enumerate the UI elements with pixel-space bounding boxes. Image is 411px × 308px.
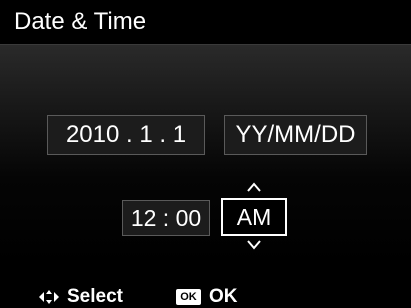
camera-settings-screen: Date & Time 2010 . 1 . 1 YY/MM/DD 12 : 0… — [0, 0, 411, 307]
select-hint: Select — [38, 286, 123, 307]
ok-label: OK — [209, 285, 238, 307]
page-title: Date & Time — [14, 8, 147, 35]
date-field[interactable]: 2010 . 1 . 1 — [47, 115, 205, 155]
am-pm-selector[interactable]: AM — [221, 198, 287, 236]
date-format-field[interactable]: YY/MM/DD — [224, 115, 367, 155]
ok-hint: OK OK — [176, 286, 238, 307]
chevron-down-icon[interactable] — [244, 238, 264, 252]
time-field[interactable]: 12 : 00 — [122, 200, 210, 236]
select-label: Select — [67, 285, 123, 307]
left-right-arrows-icon — [39, 289, 59, 304]
chevron-up-icon[interactable] — [244, 180, 264, 194]
ok-button-icon: OK — [176, 288, 201, 305]
title-bar: Date & Time — [0, 0, 411, 45]
